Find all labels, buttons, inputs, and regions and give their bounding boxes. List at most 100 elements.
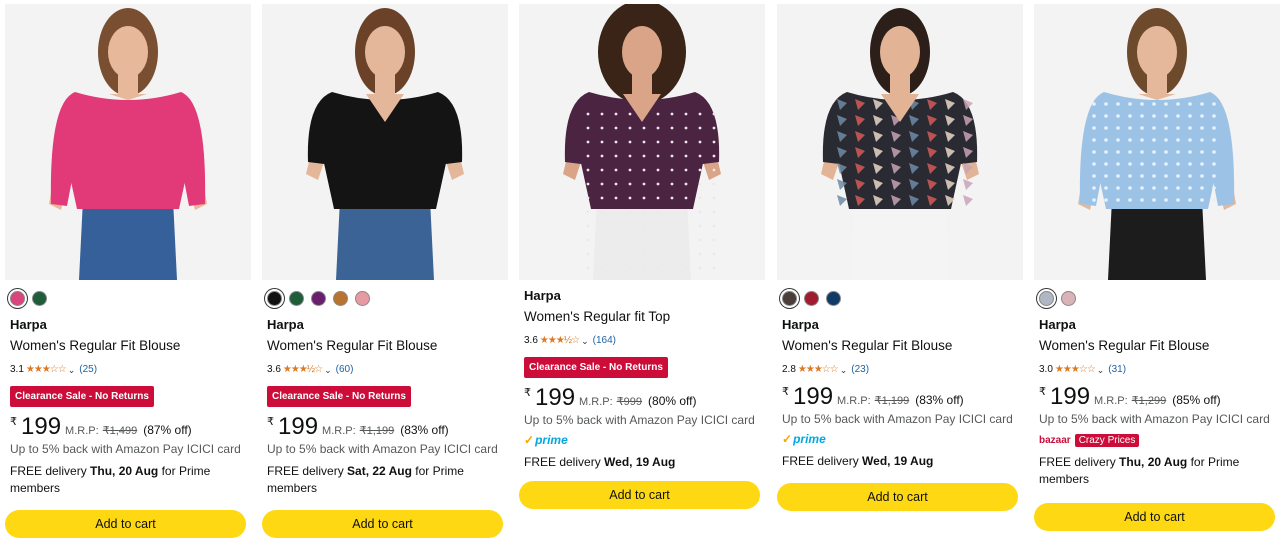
brand-name: Harpa <box>782 317 819 332</box>
rating-row[interactable]: 3.6 ★★★½☆ ⌄ (60) <box>267 363 507 377</box>
mrp-value: ₹1,199 <box>359 425 395 437</box>
product-title[interactable]: Women's Regular Fit Blouse <box>10 336 250 356</box>
color-swatch[interactable] <box>804 290 819 306</box>
product-card: Harpa Women's Regular Fit Blouse 2.8 ★★★☆… <box>772 0 1023 542</box>
chevron-down-icon[interactable]: ⌄ <box>68 363 76 377</box>
product-card: Harpa Women's Regular Fit Blouse 3.0 ★★★☆… <box>1029 0 1280 542</box>
price-row: ₹ 199 M.R.P: ₹1,299 (85% off) <box>1039 384 1279 410</box>
product-title[interactable]: Women's Regular Fit Blouse <box>267 336 507 356</box>
add-to-cart-button[interactable]: Add to cart <box>519 481 760 509</box>
chevron-down-icon[interactable]: ⌄ <box>1097 363 1105 377</box>
brand-name: Harpa <box>10 317 47 332</box>
add-to-cart-button[interactable]: Add to cart <box>5 510 246 538</box>
price-row: ₹ 199 M.R.P: ₹1,199 (83% off) <box>782 384 1022 410</box>
clearance-badge: Clearance Sale - No Returns <box>267 386 411 407</box>
mrp-label: M.R.P: <box>579 396 613 408</box>
delivery-info: FREE delivery Wed, 19 Aug <box>524 454 764 471</box>
chevron-down-icon[interactable]: ⌄ <box>581 334 589 348</box>
product-grid: Harpa Women's Regular Fit Blouse 3.1 ★★★☆… <box>0 0 1280 542</box>
color-swatches <box>10 288 250 308</box>
color-swatch[interactable] <box>826 290 841 306</box>
product-card: Harpa Women's Regular fit Top 3.6 ★★★½☆ ⌄… <box>514 0 765 542</box>
crazy-prices-tag: Crazy Prices <box>1074 434 1140 447</box>
cashback-offer: Up to 5% back with Amazon Pay ICICI card <box>1039 412 1270 426</box>
product-image[interactable] <box>519 4 765 280</box>
delivery-info: FREE delivery Thu, 20 Aug for Prime memb… <box>1039 454 1279 488</box>
delivery-date: Wed, 19 Aug <box>604 455 676 469</box>
price-row: ₹ 199 M.R.P: ₹999 (80% off) <box>524 385 764 411</box>
delivery-info: FREE delivery Sat, 22 Aug for Prime memb… <box>267 463 507 497</box>
discount-percent: (83% off) <box>915 393 964 407</box>
brand-name: Harpa <box>267 317 304 332</box>
add-to-cart-button[interactable]: Add to cart <box>777 483 1018 511</box>
color-swatches <box>782 288 1022 308</box>
mrp-label: M.R.P: <box>65 425 99 437</box>
product-title[interactable]: Women's Regular Fit Blouse <box>1039 336 1279 356</box>
bazaar-logo: bazaar <box>1039 435 1071 446</box>
chevron-down-icon[interactable]: ⌄ <box>324 363 332 377</box>
star-rating-icon: ★★★☆☆ <box>25 364 67 375</box>
currency-symbol: ₹ <box>524 387 531 399</box>
delivery-date: Wed, 19 Aug <box>862 454 934 468</box>
mrp-value: ₹999 <box>616 396 643 408</box>
review-count[interactable]: (23) <box>851 363 869 377</box>
product-title[interactable]: Women's Regular Fit Blouse <box>782 336 1022 356</box>
review-count[interactable]: (164) <box>593 334 616 348</box>
add-to-cart-button[interactable]: Add to cart <box>262 510 503 538</box>
price-row: ₹ 199 M.R.P: ₹1,199 (83% off) <box>267 414 507 440</box>
chevron-down-icon[interactable]: ⌄ <box>840 363 848 377</box>
prime-badge: ✓ prime <box>782 432 1022 446</box>
delivery-prefix: FREE delivery <box>524 455 605 469</box>
rating-value: 3.1 <box>10 364 24 375</box>
delivery-prefix: FREE delivery <box>1039 455 1120 469</box>
review-count[interactable]: (31) <box>1108 363 1126 377</box>
delivery-prefix: FREE delivery <box>267 464 348 478</box>
review-count[interactable]: (25) <box>79 363 97 377</box>
discount-percent: (85% off) <box>1172 393 1221 407</box>
mrp-value: ₹1,199 <box>874 395 910 407</box>
cashback-offer: Up to 5% back with Amazon Pay ICICI card <box>524 413 755 427</box>
color-swatch[interactable] <box>267 290 282 306</box>
color-swatch[interactable] <box>355 290 370 306</box>
color-swatch[interactable] <box>311 290 326 306</box>
star-rating-icon: ★★★½☆ <box>539 335 580 346</box>
rating-row[interactable]: 3.0 ★★★☆☆ ⌄ (31) <box>1039 363 1279 377</box>
currency-symbol: ₹ <box>10 416 17 428</box>
color-swatch[interactable] <box>1039 290 1054 306</box>
brand-name: Harpa <box>524 288 561 303</box>
color-swatch[interactable] <box>1061 290 1076 306</box>
color-swatch[interactable] <box>32 290 47 306</box>
clearance-badge: Clearance Sale - No Returns <box>524 357 668 378</box>
product-image[interactable] <box>1034 4 1280 280</box>
discount-percent: (83% off) <box>400 423 449 437</box>
review-count[interactable]: (60) <box>336 363 354 377</box>
prime-check-icon: ✓ <box>524 433 535 447</box>
rating-row[interactable]: 2.8 ★★★☆☆ ⌄ (23) <box>782 363 1022 377</box>
product-title[interactable]: Women's Regular fit Top <box>524 307 764 327</box>
star-rating-icon: ★★★☆☆ <box>797 364 839 375</box>
price: 199 <box>535 384 576 411</box>
price-row: ₹ 199 M.R.P: ₹1,499 (87% off) <box>10 414 250 440</box>
color-swatch[interactable] <box>782 290 797 306</box>
product-image[interactable] <box>5 4 251 280</box>
mrp-label: M.R.P: <box>837 395 871 407</box>
currency-symbol: ₹ <box>267 416 274 428</box>
color-swatch[interactable] <box>289 290 304 306</box>
add-to-cart-button[interactable]: Add to cart <box>1034 503 1275 531</box>
rating-value: 3.6 <box>524 335 538 346</box>
product-image[interactable] <box>262 4 508 280</box>
color-swatches <box>1039 288 1279 308</box>
product-image[interactable] <box>777 4 1023 280</box>
delivery-date: Thu, 20 Aug <box>90 464 159 478</box>
rating-row[interactable]: 3.6 ★★★½☆ ⌄ (164) <box>524 334 764 348</box>
rating-row[interactable]: 3.1 ★★★☆☆ ⌄ (25) <box>10 363 250 377</box>
prime-badge: ✓ prime <box>524 433 764 447</box>
mrp-value: ₹1,299 <box>1131 395 1167 407</box>
delivery-prefix: FREE delivery <box>782 454 863 468</box>
color-swatch[interactable] <box>333 290 348 306</box>
rating-value: 3.6 <box>267 364 281 375</box>
color-swatch[interactable] <box>10 290 25 306</box>
price: 199 <box>278 413 319 440</box>
delivery-date: Thu, 20 Aug <box>1119 455 1188 469</box>
currency-symbol: ₹ <box>782 386 789 398</box>
